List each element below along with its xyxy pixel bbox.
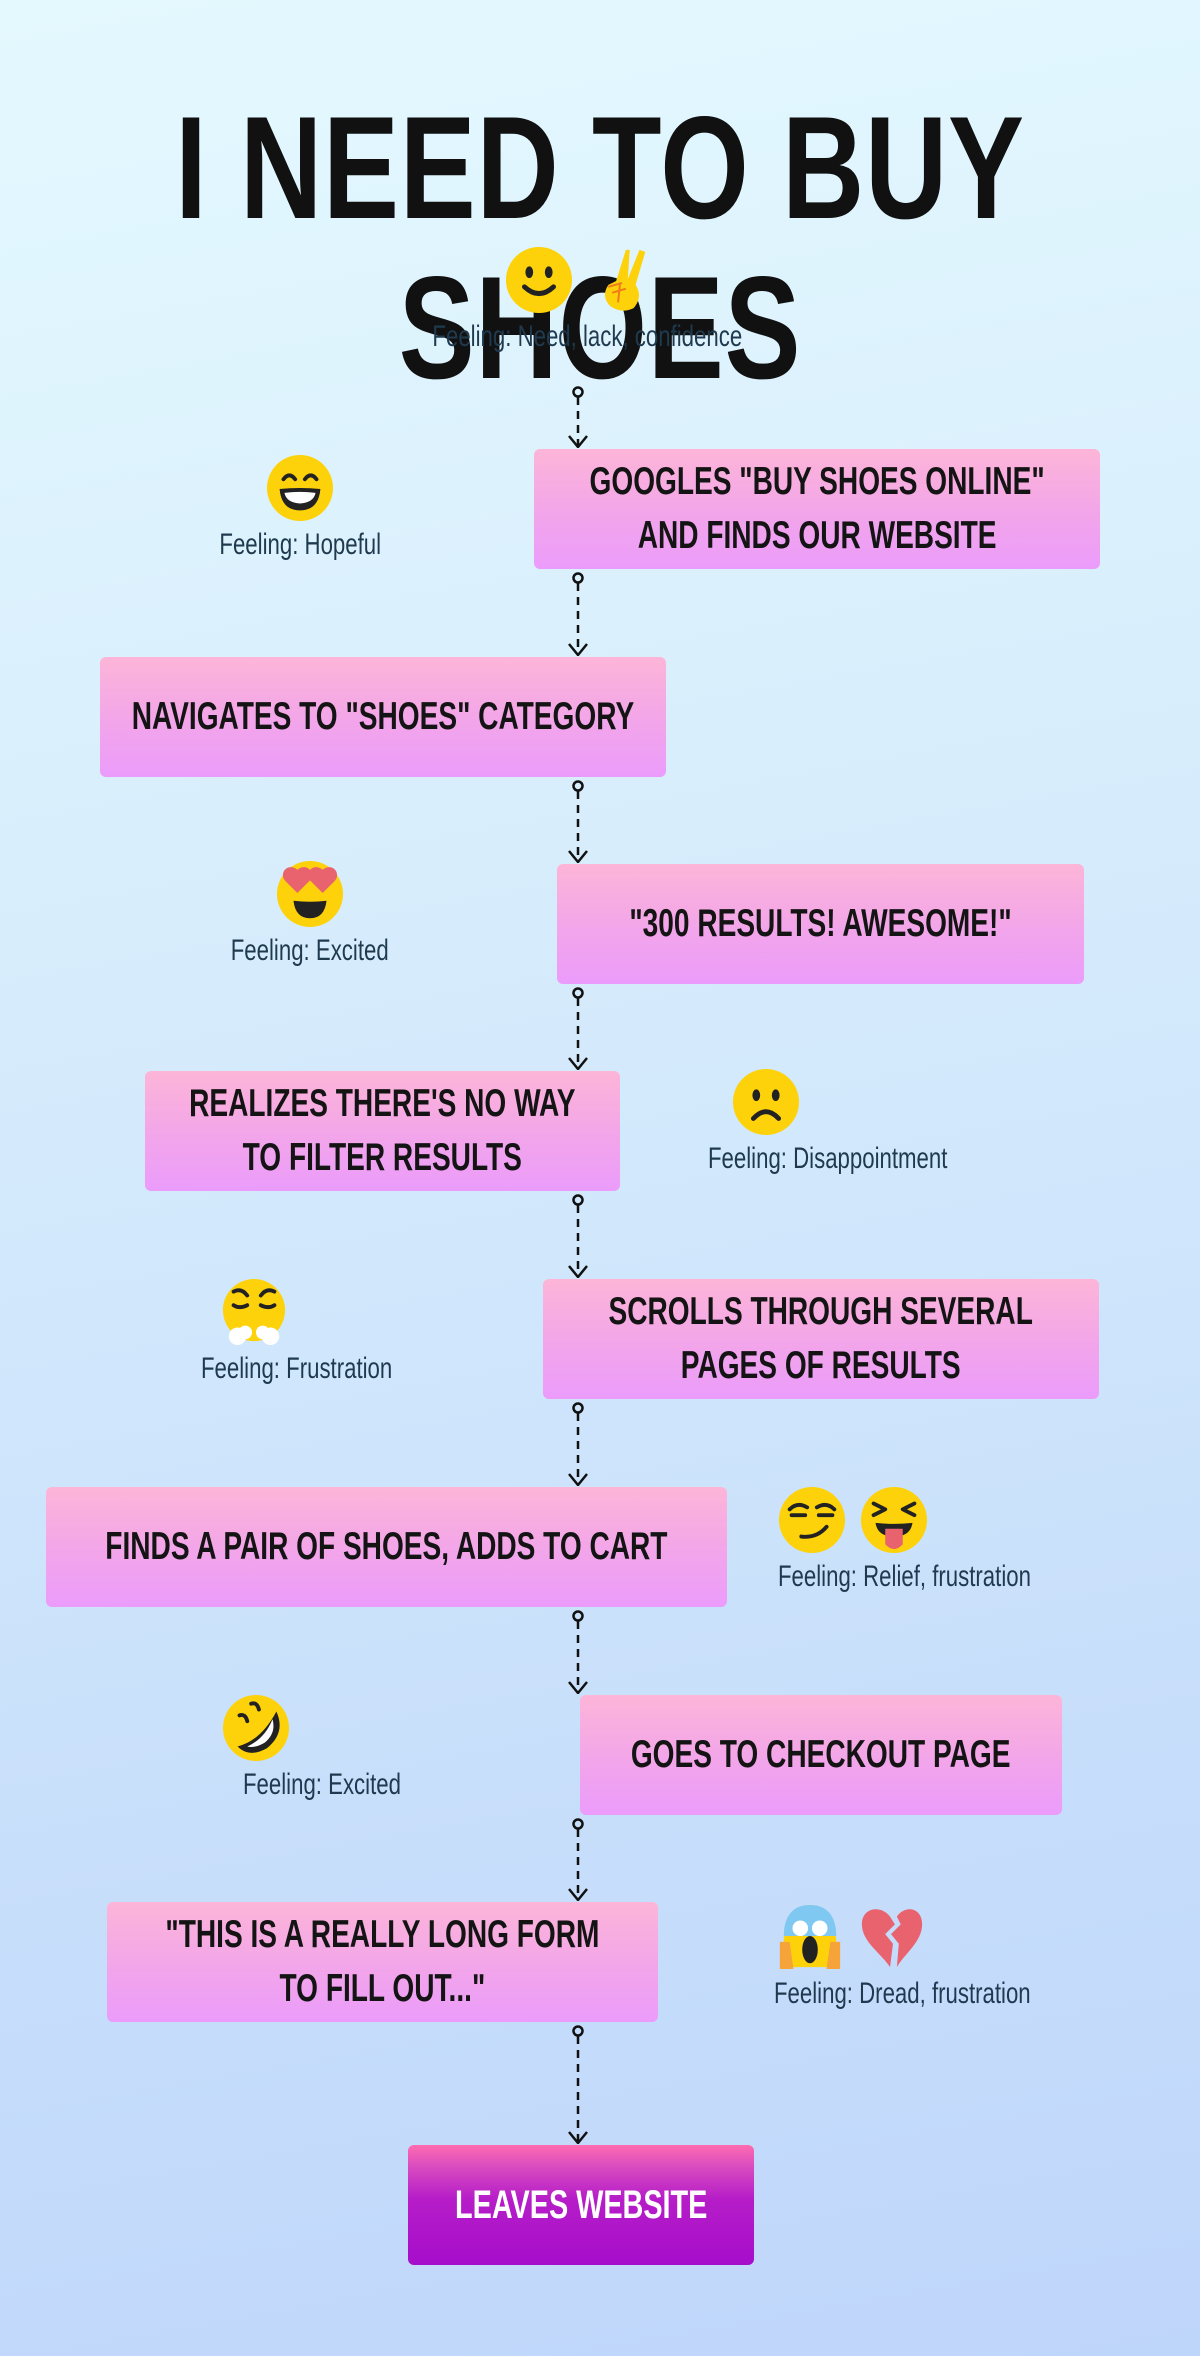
- step-text: SCROLLS THROUGH SEVERAL PAGES OF RESULTS: [608, 1290, 1034, 1387]
- step-box-googles: GOOGLES "BUY SHOES ONLINE" AND FINDS OUR …: [534, 449, 1100, 569]
- step-text: FINDS A PAIR OF SHOES, ADDS TO CART: [105, 1525, 668, 1568]
- flow-arrow: [566, 780, 590, 863]
- screaming-face-icon: [776, 1903, 844, 1971]
- step-box-300-results: "300 RESULTS! AWESOME!": [557, 864, 1084, 984]
- step-box-checkout: GOES TO CHECKOUT PAGE: [580, 1695, 1062, 1815]
- step-text: LEAVES WEBSITE: [454, 2183, 708, 2227]
- step-box-leaves-website: LEAVES WEBSITE: [408, 2145, 754, 2265]
- step-text: "THIS IS A REALLY LONG FORM TO FILL OUT..…: [165, 1913, 600, 2010]
- flow-arrow: [566, 572, 590, 656]
- feeling-relief: Feeling: Relief, frustration: [778, 1486, 1098, 1594]
- feeling-label: Feeling: Frustration: [200, 1352, 393, 1385]
- heart-eyes-face-icon: [276, 860, 344, 928]
- feeling-frustration: Feeling: Frustration: [200, 1278, 460, 1386]
- face-with-steam-icon: [220, 1278, 288, 1346]
- step-box-adds-to-cart: FINDS A PAIR OF SHOES, ADDS TO CART: [46, 1487, 727, 1607]
- step-text: NAVIGATES TO "SHOES" CATEGORY: [131, 695, 635, 738]
- step-box-scrolls: SCROLLS THROUGH SEVERAL PAGES OF RESULTS: [543, 1279, 1099, 1399]
- squinting-tongue-face-icon: [860, 1486, 928, 1554]
- flow-arrow: [566, 2025, 590, 2144]
- feeling-label: Feeling: Hopeful: [219, 528, 381, 561]
- frowning-face-icon: [732, 1068, 800, 1136]
- flow-arrow: [566, 1818, 590, 1901]
- step-text: REALIZES THERE'S NO WAY TO FILTER RESULTS: [189, 1082, 576, 1179]
- grinning-face-icon: [266, 454, 334, 522]
- feeling-hopeful: Feeling: Hopeful: [170, 454, 430, 562]
- feeling-excited: Feeling: Excited: [180, 860, 440, 968]
- flow-arrow: [566, 1610, 590, 1694]
- feeling-label: Feeling: Need, lack, confidence: [432, 320, 743, 353]
- step-text: GOOGLES "BUY SHOES ONLINE" AND FINDS OUR …: [589, 460, 1045, 557]
- flow-arrow: [566, 1402, 590, 1486]
- feeling-label: Feeling: Excited: [243, 1768, 402, 1801]
- broken-heart-icon: [858, 1903, 926, 1971]
- flow-arrow: [566, 1194, 590, 1278]
- smirking-face-icon: [778, 1486, 846, 1554]
- feeling-label: Feeling: Disappointment: [708, 1142, 948, 1175]
- slightly-smiling-face-icon: [505, 246, 573, 314]
- feeling-dread: Feeling: Dread, frustration: [774, 1903, 1094, 2011]
- feeling-disappointment: Feeling: Disappointment: [700, 1068, 1040, 1176]
- rolling-laughing-face-icon: [222, 1694, 290, 1762]
- feeling-label: Feeling: Relief, frustration: [778, 1560, 1031, 1593]
- victory-hand-icon: [587, 246, 655, 314]
- flow-arrow: [566, 987, 590, 1070]
- step-text: "300 RESULTS! AWESOME!": [629, 902, 1012, 945]
- flow-arrow: [566, 386, 590, 448]
- step-box-no-filter: REALIZES THERE'S NO WAY TO FILTER RESULTS: [145, 1071, 620, 1191]
- start-feeling: Feeling: Need, lack, confidence: [378, 246, 782, 354]
- step-box-navigates: NAVIGATES TO "SHOES" CATEGORY: [100, 657, 666, 777]
- step-text: GOES TO CHECKOUT PAGE: [631, 1733, 1011, 1776]
- feeling-label: Feeling: Dread, frustration: [774, 1977, 1031, 2010]
- feeling-label: Feeling: Excited: [231, 934, 389, 967]
- feeling-excited-checkout: Feeling: Excited: [220, 1694, 480, 1802]
- step-box-long-form: "THIS IS A REALLY LONG FORM TO FILL OUT..…: [107, 1902, 658, 2022]
